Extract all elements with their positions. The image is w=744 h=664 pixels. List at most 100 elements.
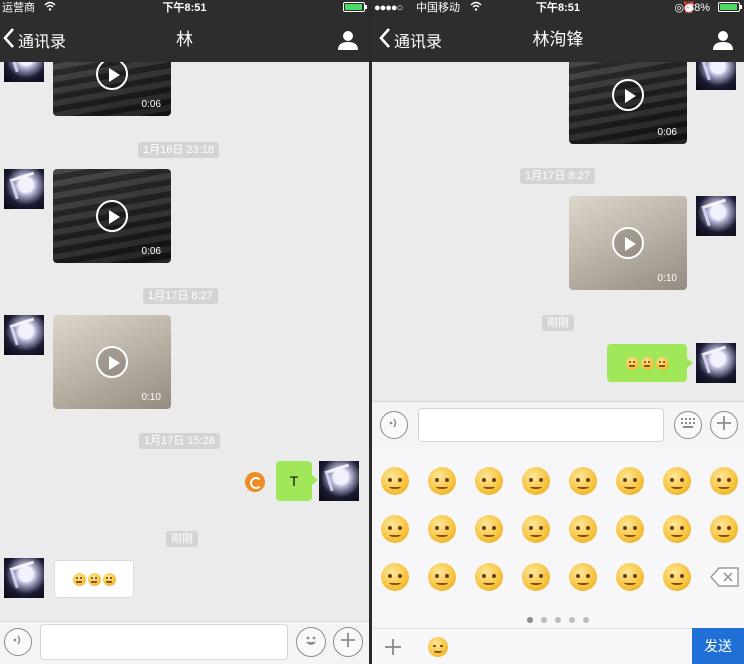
page-dot[interactable] bbox=[555, 617, 561, 623]
mad-emoji-icon bbox=[522, 515, 550, 543]
emoji-key[interactable] bbox=[474, 466, 504, 496]
send-button[interactable]: 发送 bbox=[692, 628, 744, 664]
keyboard-toggle-button[interactable] bbox=[674, 411, 702, 439]
heart-eyes-emoji-icon bbox=[655, 356, 669, 370]
emoji-panel: 发送 bbox=[372, 448, 744, 664]
person-icon[interactable] bbox=[337, 29, 359, 51]
message-input[interactable] bbox=[40, 624, 288, 660]
emoji-key[interactable] bbox=[474, 514, 504, 544]
sunglasses-emoji-icon bbox=[381, 563, 409, 591]
person-icon[interactable] bbox=[712, 29, 734, 51]
avatar[interactable] bbox=[319, 461, 359, 501]
cool-emoji-icon bbox=[569, 467, 597, 495]
video-message[interactable]: 0:10 bbox=[53, 315, 171, 409]
video-duration: 0:06 bbox=[657, 127, 677, 138]
page-dot[interactable] bbox=[583, 617, 589, 623]
emoji-key[interactable] bbox=[615, 514, 645, 544]
emoji-key[interactable] bbox=[709, 466, 739, 496]
video-message[interactable]: 0:10 bbox=[569, 196, 687, 290]
emoji-key[interactable] bbox=[662, 466, 692, 496]
blush-emoji-icon bbox=[640, 356, 654, 370]
avatar[interactable] bbox=[4, 558, 44, 598]
emoji-key[interactable] bbox=[615, 466, 645, 496]
emoji-key[interactable] bbox=[380, 514, 410, 544]
angry-emoji-icon bbox=[428, 515, 456, 543]
timestamp: 1月17日 8:27 bbox=[143, 288, 218, 304]
play-icon bbox=[612, 79, 644, 111]
emoji-key[interactable] bbox=[521, 466, 551, 496]
avatar[interactable] bbox=[696, 343, 736, 383]
chat-input-bar bbox=[372, 401, 744, 448]
avatar[interactable] bbox=[4, 169, 44, 209]
video-duration: 0:06 bbox=[141, 246, 161, 257]
voice-toggle-button[interactable] bbox=[4, 628, 32, 656]
emoji-key[interactable] bbox=[568, 514, 598, 544]
emoji-key[interactable] bbox=[662, 514, 692, 544]
resend-icon[interactable] bbox=[245, 472, 265, 492]
video-message[interactable]: 0:06 bbox=[53, 169, 171, 263]
silenced-emoji-icon bbox=[710, 467, 738, 495]
loving-emoji-icon bbox=[663, 467, 691, 495]
emoji-key[interactable] bbox=[521, 562, 551, 592]
emoji-key[interactable] bbox=[474, 562, 504, 592]
emoji-button[interactable] bbox=[296, 627, 326, 657]
video-message[interactable]: 0:06 bbox=[53, 62, 171, 116]
more-actions-button[interactable] bbox=[333, 627, 363, 657]
page-dot[interactable] bbox=[569, 617, 575, 623]
avatar[interactable] bbox=[4, 62, 44, 82]
voice-toggle-button[interactable] bbox=[380, 411, 408, 439]
text-message-bubble[interactable]: T bbox=[276, 461, 318, 501]
voice-icon bbox=[387, 416, 401, 435]
video-duration: 0:10 bbox=[657, 273, 677, 284]
video-message[interactable]: 0:06 bbox=[569, 62, 687, 144]
add-emoji-pack-button[interactable] bbox=[384, 638, 402, 656]
avatar[interactable] bbox=[696, 62, 736, 90]
emoji-key[interactable] bbox=[427, 562, 457, 592]
timestamp: 1月17日 8:27 bbox=[520, 168, 595, 184]
emoji-key[interactable] bbox=[427, 466, 457, 496]
emoji-message-bubble[interactable] bbox=[54, 560, 134, 598]
status-time: 下午8:51 bbox=[162, 2, 207, 14]
emoji-key[interactable] bbox=[521, 514, 551, 544]
awkward-emoji-icon bbox=[428, 563, 456, 591]
sad-emoji-icon bbox=[710, 515, 738, 543]
backspace-button[interactable] bbox=[710, 562, 740, 592]
avatar[interactable] bbox=[696, 196, 736, 236]
battery-icon bbox=[343, 0, 367, 16]
curious-emoji-icon bbox=[663, 515, 691, 543]
battery-percent: 88% bbox=[687, 2, 710, 14]
emoji-key[interactable] bbox=[615, 562, 645, 592]
page-dot[interactable] bbox=[527, 617, 533, 623]
status-bar: 运营商 下午8:51 bbox=[0, 0, 369, 16]
smile-emoji-icon bbox=[625, 356, 639, 370]
emoji-key[interactable] bbox=[380, 466, 410, 496]
chat-title: 林 bbox=[176, 30, 193, 49]
plus-icon bbox=[716, 415, 732, 436]
furious-emoji-icon bbox=[475, 515, 503, 543]
emoji-key[interactable] bbox=[568, 562, 598, 592]
crying-emoji-icon bbox=[616, 467, 644, 495]
shy-emoji-icon bbox=[569, 563, 597, 591]
left-phone-screen: 运营商 下午8:51 通讯录 林 0:06 1月16日 23:18 0:06 1… bbox=[0, 0, 369, 664]
chat-input-bar bbox=[0, 621, 369, 664]
smile-emoji-icon bbox=[381, 467, 409, 495]
wow-emoji-icon bbox=[663, 563, 691, 591]
blush-emoji-icon bbox=[87, 572, 101, 586]
smile-emoji-icon bbox=[428, 637, 448, 657]
page-dot[interactable] bbox=[541, 617, 547, 623]
emoji-key[interactable] bbox=[709, 514, 739, 544]
avatar[interactable] bbox=[4, 315, 44, 355]
emoji-key[interactable] bbox=[427, 514, 457, 544]
message-input[interactable] bbox=[418, 408, 664, 442]
battery-icon bbox=[718, 0, 742, 16]
tongue-emoji-icon bbox=[569, 515, 597, 543]
emoji-key[interactable] bbox=[662, 562, 692, 592]
default-emoji-tab[interactable] bbox=[428, 637, 448, 662]
emoji-message-bubble[interactable] bbox=[607, 344, 693, 382]
play-icon bbox=[96, 62, 128, 90]
more-actions-button[interactable] bbox=[710, 411, 738, 439]
emoji-key[interactable] bbox=[380, 562, 410, 592]
emoji-key[interactable] bbox=[568, 466, 598, 496]
calm-emoji-icon bbox=[616, 563, 644, 591]
nav-bar: 通讯录 林洵锋 bbox=[372, 16, 744, 62]
